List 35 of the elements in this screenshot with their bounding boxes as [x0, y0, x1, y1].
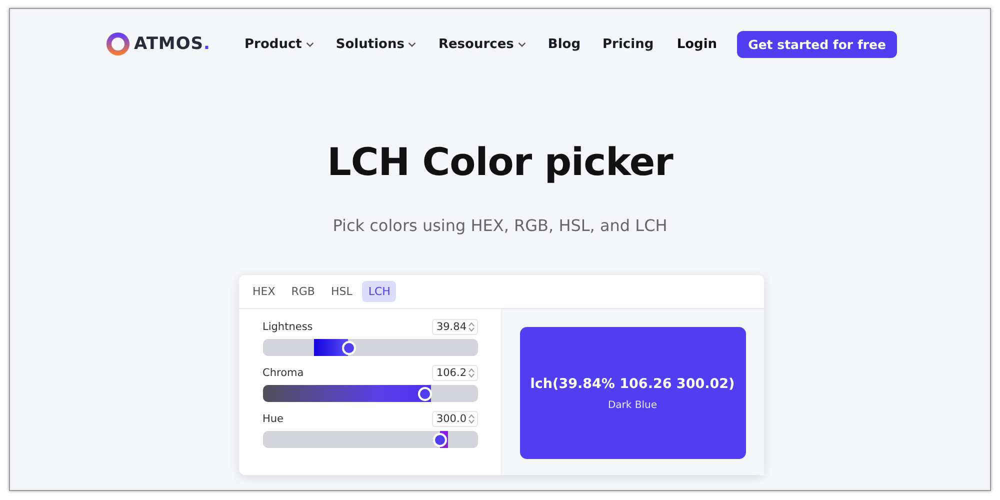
slider-track[interactable] [262, 385, 478, 402]
nav-link[interactable]: Solutions [336, 36, 416, 52]
color-value: lch(39.84% 106.26 300.02) [530, 376, 735, 392]
format-tab[interactable]: HSL [324, 281, 358, 302]
page-title: LCH Color picker [327, 140, 673, 184]
login-button[interactable]: Login [670, 36, 724, 52]
get-started-button[interactable]: Get started for free [737, 30, 897, 58]
nav-link[interactable]: Product [244, 36, 314, 52]
format-tab[interactable]: RGB [285, 281, 321, 302]
format-tab[interactable]: HEX [246, 281, 282, 302]
slider-track[interactable] [262, 339, 478, 356]
slider-track[interactable] [262, 431, 478, 448]
color-name: Dark Blue [608, 400, 658, 410]
page-subtitle: Pick colors using HEX, RGB, HSL, and LCH [332, 216, 668, 235]
number-field[interactable]: 300.0 [432, 411, 478, 427]
chevron-down-icon [408, 42, 416, 46]
slider-label: Chroma [262, 367, 304, 379]
logo-text: ATMOS. [134, 34, 211, 54]
slider-thumb[interactable] [432, 432, 447, 446]
chevron-down-icon [518, 42, 526, 46]
slider-label: Hue [262, 413, 284, 425]
number-field[interactable]: 39.84 [432, 319, 478, 335]
format-tab[interactable]: LCH [362, 281, 396, 302]
nav-link[interactable]: Pricing [602, 36, 654, 52]
logo-icon [106, 32, 130, 56]
nav-link[interactable]: Blog [548, 36, 581, 52]
spinner-icon[interactable] [468, 368, 474, 378]
spinner-icon[interactable] [468, 414, 474, 424]
chevron-down-icon [306, 42, 314, 46]
slider-label: Lightness [262, 321, 313, 333]
spinner-icon[interactable] [468, 322, 474, 332]
number-field[interactable]: 106.2 [432, 365, 478, 381]
slider-fill [314, 339, 348, 356]
nav-link[interactable]: Resources [438, 36, 526, 52]
logo-dot: . [204, 34, 211, 54]
